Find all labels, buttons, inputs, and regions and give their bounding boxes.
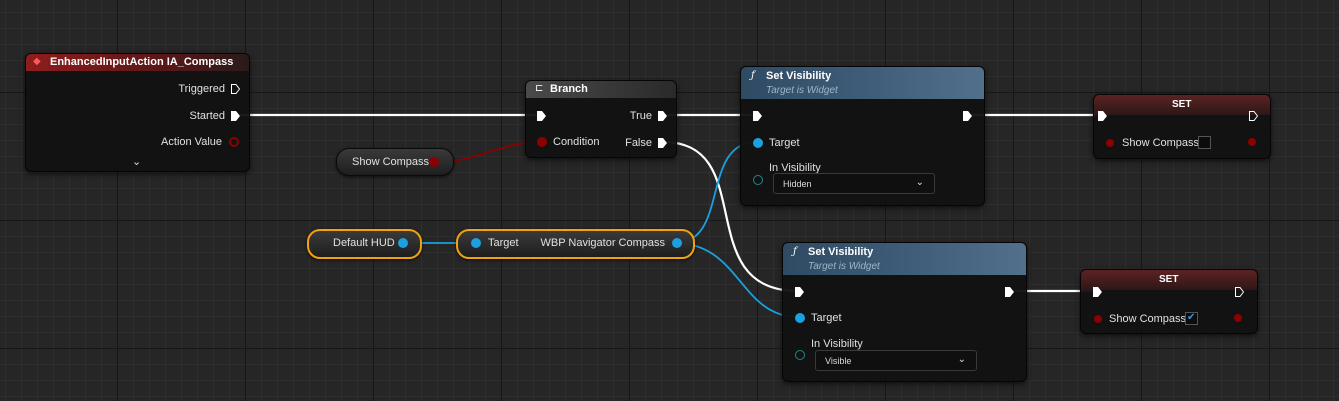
set-visibility-2-exec-in[interactable] (795, 287, 804, 297)
branch-exec-in-pin[interactable] (537, 111, 546, 121)
chevron-down-icon: ⌄ (915, 177, 924, 188)
default-hud-label: Default HUD (333, 237, 395, 249)
set-visibility-2-target-pin[interactable] (795, 313, 805, 323)
set-visibility-1-target-label: Target (769, 137, 800, 149)
visibility-dropdown-2[interactable]: Visible ⌄ (815, 350, 977, 371)
false-label: False (625, 137, 652, 149)
navigator-target-label: Target (488, 237, 519, 249)
input-action-header[interactable]: ◆ EnhancedInputAction IA_Compass (26, 54, 249, 71)
function-icon: ƒ (751, 70, 755, 81)
set-2-exec-out[interactable] (1235, 287, 1244, 297)
set-visibility-node-1[interactable]: ƒ Set Visibility Target is Widget Target… (740, 66, 985, 206)
started-label: Started (189, 110, 225, 122)
event-icon: ◆ (33, 56, 41, 67)
set-visibility-1-header[interactable]: ƒ Set Visibility Target is Widget (741, 67, 984, 99)
set-1-exec-in[interactable] (1098, 111, 1107, 121)
set-2-checkbox[interactable]: ✔ (1185, 312, 1198, 325)
set-2-header[interactable]: SET (1081, 270, 1257, 290)
set-visibility-2-target-label: Target (811, 312, 842, 324)
set-visibility-2-in-visibility-pin[interactable] (795, 350, 805, 360)
set-visibility-node-2[interactable]: ƒ Set Visibility Target is Widget Target… (782, 242, 1027, 382)
show-compass-getter-label: Show Compass (352, 156, 430, 168)
branch-node[interactable]: ⊏ Branch True Condition False (525, 80, 677, 158)
input-action-node[interactable]: ◆ EnhancedInputAction IA_Compass Trigger… (25, 53, 250, 172)
triggered-label: Triggered (178, 83, 225, 95)
set-1-title: SET (1172, 99, 1192, 110)
navigator-compass-getter-node[interactable]: Target WBP Navigator Compass (456, 229, 695, 259)
set-2-title: SET (1159, 274, 1179, 285)
blueprint-graph-canvas[interactable]: ◆ EnhancedInputAction IA_Compass Trigger… (0, 0, 1339, 401)
set-1-output-pin[interactable] (1248, 138, 1256, 146)
show-compass-getter-pin[interactable] (429, 157, 439, 167)
condition-pin[interactable] (537, 137, 547, 147)
action-value-pin[interactable] (229, 137, 239, 147)
set-2-var-label: Show Compass (1109, 313, 1187, 325)
set-1-var-label: Show Compass (1122, 137, 1200, 149)
true-label: True (629, 110, 652, 122)
set-visibility-2-exec-out[interactable] (1005, 287, 1014, 297)
navigator-target-pin[interactable] (471, 238, 481, 248)
set-visibility-1-target-pin[interactable] (753, 138, 763, 148)
started-exec-pin[interactable] (231, 111, 240, 121)
branch-header[interactable]: ⊏ Branch (526, 81, 676, 98)
visibility-dropdown-2-value: Visible (825, 356, 852, 366)
chevron-down-icon[interactable]: ⌄ (132, 155, 141, 168)
branch-title: Branch (550, 83, 588, 95)
set-1-exec-out[interactable] (1249, 111, 1258, 121)
default-hud-getter-node[interactable]: Default HUD (307, 229, 422, 259)
branch-icon: ⊏ (535, 83, 544, 94)
triggered-exec-pin[interactable] (231, 84, 240, 94)
set-visibility-1-exec-out[interactable] (963, 111, 972, 121)
set-2-exec-in[interactable] (1093, 287, 1102, 297)
function-icon: ƒ (793, 246, 797, 257)
set-visibility-1-in-visibility-pin[interactable] (753, 175, 763, 185)
condition-label: Condition (553, 136, 600, 148)
set-2-value-pin[interactable] (1094, 315, 1102, 323)
set-1-header[interactable]: SET (1094, 95, 1270, 115)
navigator-output-label: WBP Navigator Compass (540, 237, 665, 249)
chevron-down-icon: ⌄ (957, 354, 966, 365)
set-visibility-1-exec-in[interactable] (753, 111, 762, 121)
set-visibility-2-subtitle: Target is Widget (808, 261, 880, 272)
true-exec-pin[interactable] (658, 111, 667, 121)
set-1-checkbox[interactable] (1198, 136, 1211, 149)
input-action-title: EnhancedInputAction IA_Compass (50, 56, 234, 68)
set-1-value-pin[interactable] (1106, 139, 1114, 147)
set-visibility-2-in-visibility-label: In Visibility (811, 338, 863, 350)
set-show-compass-node-1[interactable]: SET Show Compass (1093, 94, 1271, 159)
default-hud-pin[interactable] (398, 238, 408, 248)
set-2-output-pin[interactable] (1234, 314, 1242, 322)
checkmark-icon: ✔ (1187, 312, 1196, 323)
action-value-label: Action Value (161, 136, 222, 148)
set-visibility-1-title: Set Visibility (766, 70, 832, 82)
navigator-output-pin[interactable] (672, 238, 682, 248)
set-visibility-1-subtitle: Target is Widget (766, 85, 838, 96)
visibility-dropdown-1[interactable]: Hidden ⌄ (773, 173, 935, 194)
set-visibility-2-header[interactable]: ƒ Set Visibility Target is Widget (783, 243, 1026, 275)
false-exec-pin[interactable] (658, 138, 667, 148)
visibility-dropdown-1-value: Hidden (783, 179, 812, 189)
set-show-compass-node-2[interactable]: SET Show Compass ✔ (1080, 269, 1258, 334)
show-compass-getter-node[interactable]: Show Compass (336, 148, 454, 176)
set-visibility-2-title: Set Visibility (808, 246, 874, 258)
